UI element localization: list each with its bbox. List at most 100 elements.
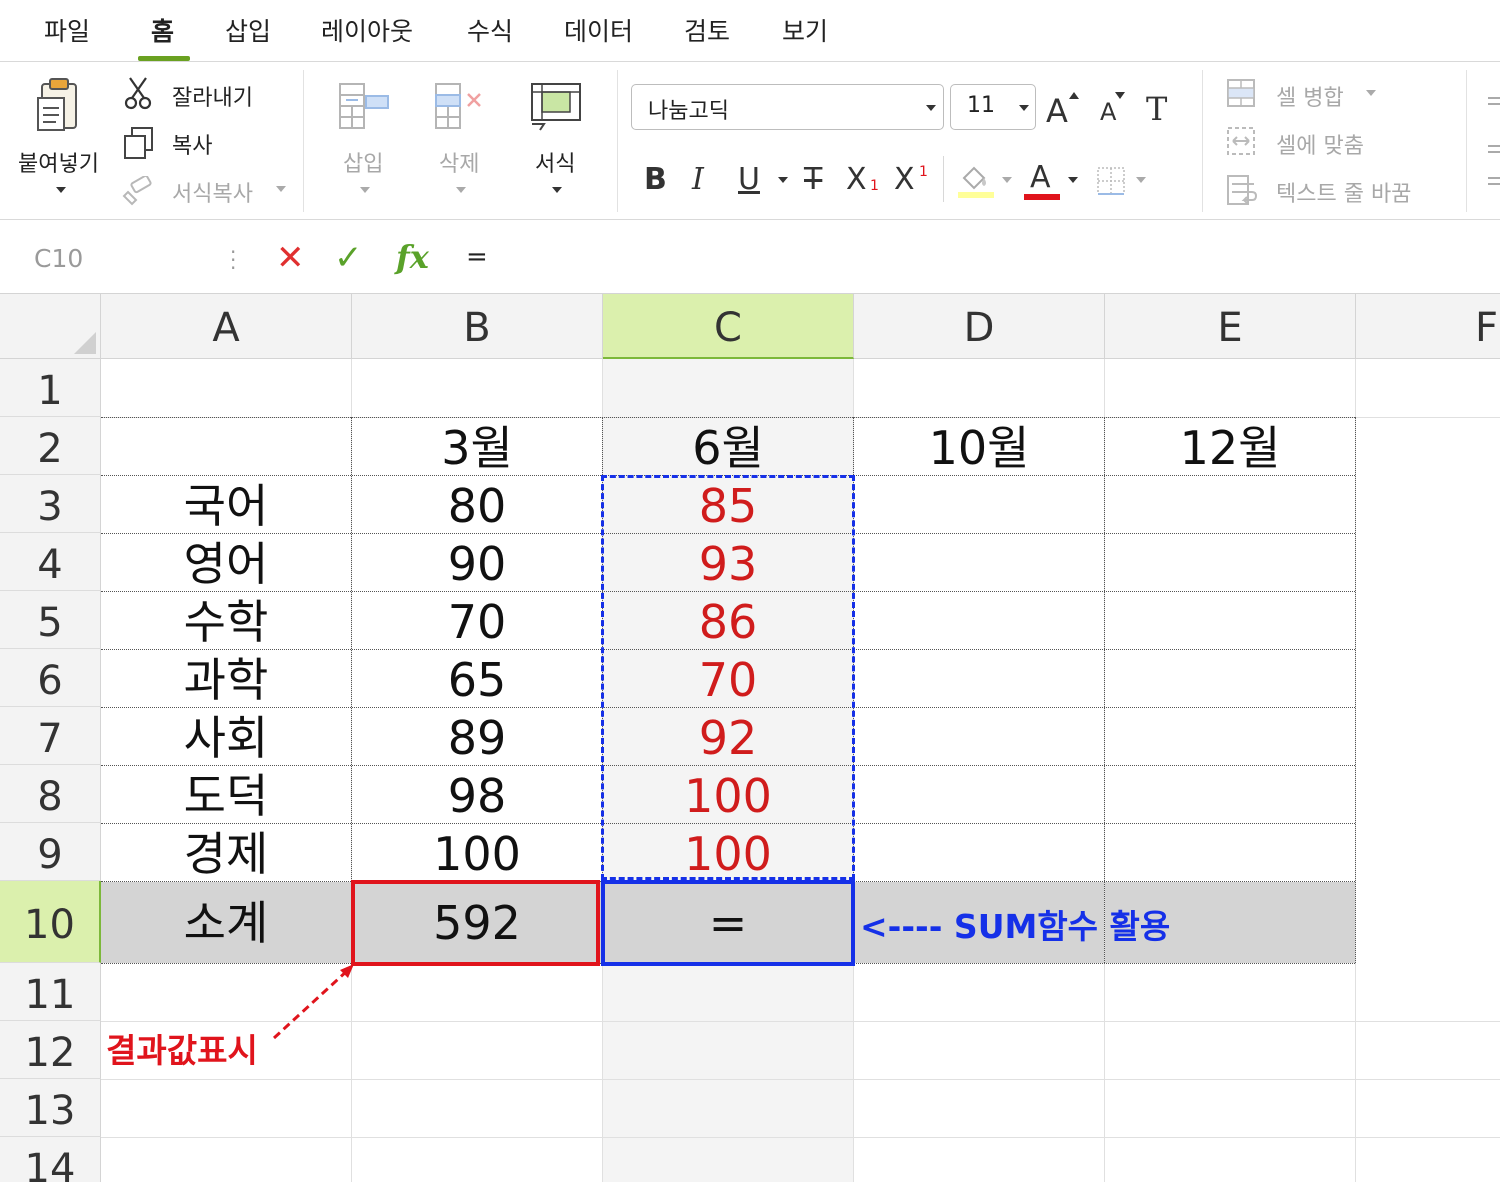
insert-cells-label: 삽입 xyxy=(343,152,384,177)
cell-reference-box[interactable]: C10 xyxy=(34,244,83,273)
borders-dropdown-icon xyxy=(1136,177,1146,183)
cell-a4[interactable]: 영어 xyxy=(101,535,351,593)
shrink-font-button[interactable]: A xyxy=(1100,88,1132,128)
row-header-1[interactable]: 1 xyxy=(0,359,101,417)
cancel-icon[interactable]: ✕ xyxy=(276,238,305,278)
tab-insert[interactable]: 삽입 xyxy=(225,12,271,48)
active-cell-highlight xyxy=(601,880,855,966)
row-header-2[interactable]: 2 xyxy=(0,417,101,475)
tab-layout[interactable]: 레이아웃 xyxy=(321,12,413,48)
row-header-11[interactable]: 11 xyxy=(0,963,101,1021)
ribbon-separator xyxy=(943,156,944,202)
underline-dropdown-icon[interactable] xyxy=(778,177,788,183)
cell-b7[interactable]: 89 xyxy=(352,709,602,767)
row-header-5[interactable]: 5 xyxy=(0,591,101,649)
align-icon[interactable] xyxy=(1486,88,1500,198)
row-header-4[interactable]: 4 xyxy=(0,533,101,591)
delete-dropdown-icon xyxy=(456,187,466,193)
row-header-6[interactable]: 6 xyxy=(0,649,101,707)
column-header-a[interactable]: A xyxy=(101,294,352,359)
cell-b8[interactable]: 98 xyxy=(352,767,602,825)
cell-b3[interactable]: 80 xyxy=(352,477,602,535)
confirm-icon[interactable]: ✓ xyxy=(334,238,363,278)
tab-file[interactable]: 파일 xyxy=(44,12,90,48)
ribbon-separator xyxy=(1202,70,1203,212)
font-name-select[interactable]: 나눔고딕 xyxy=(631,84,944,130)
font-size-value: 11 xyxy=(967,93,995,118)
delete-cells-icon xyxy=(435,83,481,129)
tab-formulas[interactable]: 수식 xyxy=(467,12,513,48)
wrap-text-label: 텍스트 줄 바꿈 xyxy=(1276,182,1412,207)
clear-format-button[interactable]: T xyxy=(1144,88,1176,128)
tab-data[interactable]: 데이터 xyxy=(564,12,633,48)
cell-c2[interactable]: 6월 xyxy=(603,419,853,477)
paste-label: 붙여넣기 xyxy=(18,152,99,177)
font-color-icon: A xyxy=(1030,160,1051,195)
font-color-swatch xyxy=(1024,194,1060,200)
cell-d2[interactable]: 10월 xyxy=(854,419,1104,477)
column-header-b[interactable]: B xyxy=(352,294,603,359)
superscript-icon: X xyxy=(894,162,915,197)
merge-dropdown-icon xyxy=(1366,90,1376,96)
cell-a6[interactable]: 과학 xyxy=(101,651,351,709)
cell-a7[interactable]: 사회 xyxy=(101,709,351,767)
resize-handle-icon[interactable]: · · · xyxy=(230,242,236,278)
format-painter-dropdown-icon xyxy=(276,186,286,192)
cell-e2[interactable]: 12월 xyxy=(1105,419,1355,477)
row-header-12[interactable]: 12 xyxy=(0,1021,101,1079)
cell-a5[interactable]: 수학 xyxy=(101,593,351,651)
row-header-7[interactable]: 7 xyxy=(0,707,101,765)
column-header-c[interactable]: C xyxy=(603,294,854,359)
italic-button[interactable]: I xyxy=(692,160,704,200)
row-header-13[interactable]: 13 xyxy=(0,1079,101,1137)
tab-review[interactable]: 검토 xyxy=(684,12,730,48)
cell-a10[interactable]: 소계 xyxy=(101,883,351,963)
result-display-note: 결과값표시 xyxy=(106,1031,258,1070)
bold-button[interactable]: B xyxy=(644,160,667,200)
cell-b5[interactable]: 70 xyxy=(352,593,602,651)
column-header-f[interactable]: F xyxy=(1356,294,1500,359)
row-header-14[interactable]: 14 xyxy=(0,1137,101,1182)
cell-a8[interactable]: 도덕 xyxy=(101,767,351,825)
paste-icon xyxy=(37,78,77,131)
formula-bar: C10 · · · ✕ ✓ fx = xyxy=(0,220,1500,294)
grow-font-button[interactable]: A xyxy=(1046,88,1082,130)
strikethrough-button[interactable]: T xyxy=(804,160,822,200)
table-border xyxy=(1355,417,1356,963)
font-size-select[interactable]: 11 xyxy=(950,84,1036,130)
column-header-e[interactable]: E xyxy=(1105,294,1356,359)
merge-cells-icon xyxy=(1227,79,1255,107)
format-dropdown-icon xyxy=(552,187,562,193)
table-border xyxy=(1104,417,1105,963)
copy-label: 복사 xyxy=(172,134,213,159)
ribbon-separator xyxy=(1466,70,1467,212)
chevron-down-icon xyxy=(1019,105,1029,111)
formula-input[interactable]: = xyxy=(466,242,488,272)
cell-b4[interactable]: 90 xyxy=(352,535,602,593)
tab-view[interactable]: 보기 xyxy=(782,12,828,48)
insert-function-icon[interactable]: fx xyxy=(396,238,429,276)
row-header-8[interactable]: 8 xyxy=(0,765,101,823)
font-name-value: 나눔고딕 xyxy=(648,99,729,124)
cell-a9[interactable]: 경제 xyxy=(101,825,351,883)
cell-a3[interactable]: 국어 xyxy=(101,477,351,535)
sum-range-marquee xyxy=(601,475,855,880)
format-cells-label: 서식 xyxy=(535,152,576,177)
underline-button[interactable]: U xyxy=(738,160,760,200)
wrap-text-icon xyxy=(1227,175,1258,205)
column-header-d[interactable]: D xyxy=(854,294,1105,359)
cell-b9[interactable]: 100 xyxy=(352,825,602,883)
cell-b6[interactable]: 65 xyxy=(352,651,602,709)
row-header-9[interactable]: 9 xyxy=(0,823,101,881)
ribbon: 붙여넣기 잘라내기 복사 서식복사 삽입 삭제 서식 나눔고딕 11 A A T… xyxy=(0,62,1500,220)
active-tab-indicator xyxy=(138,56,190,61)
select-all-corner[interactable] xyxy=(0,294,101,359)
paste-dropdown-icon xyxy=(56,187,66,193)
merge-cells-label: 셀 병합 xyxy=(1276,86,1344,111)
row-header-10[interactable]: 10 xyxy=(0,881,101,963)
cell-b2[interactable]: 3월 xyxy=(352,419,602,477)
row-header-3[interactable]: 3 xyxy=(0,475,101,533)
subscript-mark: 1 xyxy=(870,178,879,194)
tab-home[interactable]: 홈 xyxy=(151,12,174,48)
format-painter-label: 서식복사 xyxy=(172,182,253,207)
